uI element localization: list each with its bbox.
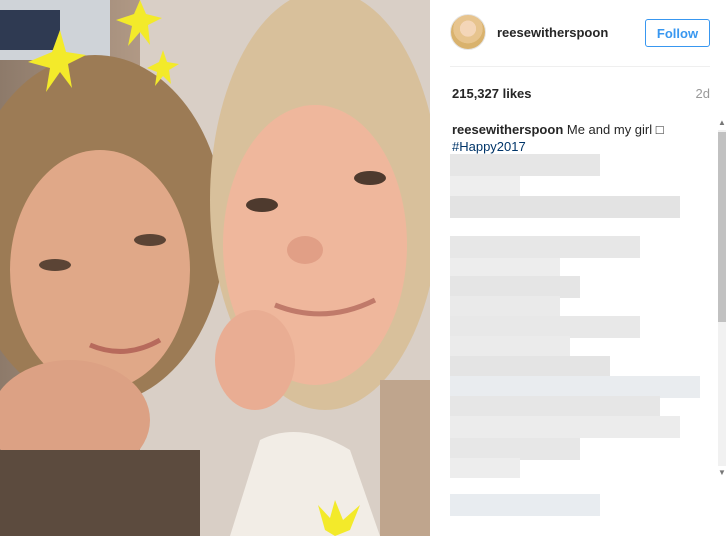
right-person-nose [287,236,323,264]
scroll-thumb[interactable] [718,132,726,322]
photo-content [0,0,430,536]
header-divider [450,66,710,67]
blurred-comment [450,376,700,398]
caption: reesewitherspoon Me and my girl □ #Happy… [452,121,692,155]
caption-author[interactable]: reesewitherspoon [452,122,563,137]
blurred-comment [450,438,580,460]
post-sidebar: reesewitherspoon Follow 215,327 likes 2d… [430,0,728,536]
blurred-comment [450,296,560,318]
blurred-comment [450,494,600,516]
scroll-up-icon[interactable]: ▲ [717,118,727,128]
blurred-comment [450,176,520,198]
blurred-comment [450,276,580,298]
blurred-comment [450,316,640,338]
caption-text: Me and my girl □ [566,122,664,137]
right-person-eye [354,171,386,185]
left-person-eye [39,259,71,271]
post-photo[interactable] [0,0,430,536]
likes-count[interactable]: 215,327 likes [452,86,532,101]
post-header: reesewitherspoon Follow [430,0,728,66]
blurred-comment [450,396,660,418]
photo-window-frame [0,10,60,50]
blurred-comment [450,196,680,218]
avatar[interactable] [450,14,486,50]
post-age[interactable]: 2d [696,86,710,101]
follow-button[interactable]: Follow [645,19,710,47]
likes-row: 215,327 likes 2d [450,86,710,104]
comments-scrollbar[interactable]: ▲ ▼ [716,118,728,478]
left-person-top [0,450,200,536]
blurred-comment [450,236,640,258]
scroll-down-icon[interactable]: ▼ [717,468,727,478]
blurred-comment [450,336,570,358]
left-person-face [10,150,190,390]
right-person-hand [215,310,295,410]
blurred-comment [450,154,600,176]
caption-hashtag[interactable]: #Happy2017 [452,138,692,155]
blurred-comment [450,458,520,478]
right-person-sweater [380,380,430,536]
blurred-comment [450,356,610,378]
left-person-eye [134,234,166,246]
blurred-comment [450,416,680,438]
right-person-eye [246,198,278,212]
comments-section[interactable]: reesewitherspoon Me and my girl □ #Happy… [450,118,716,536]
username-link[interactable]: reesewitherspoon [497,25,608,40]
